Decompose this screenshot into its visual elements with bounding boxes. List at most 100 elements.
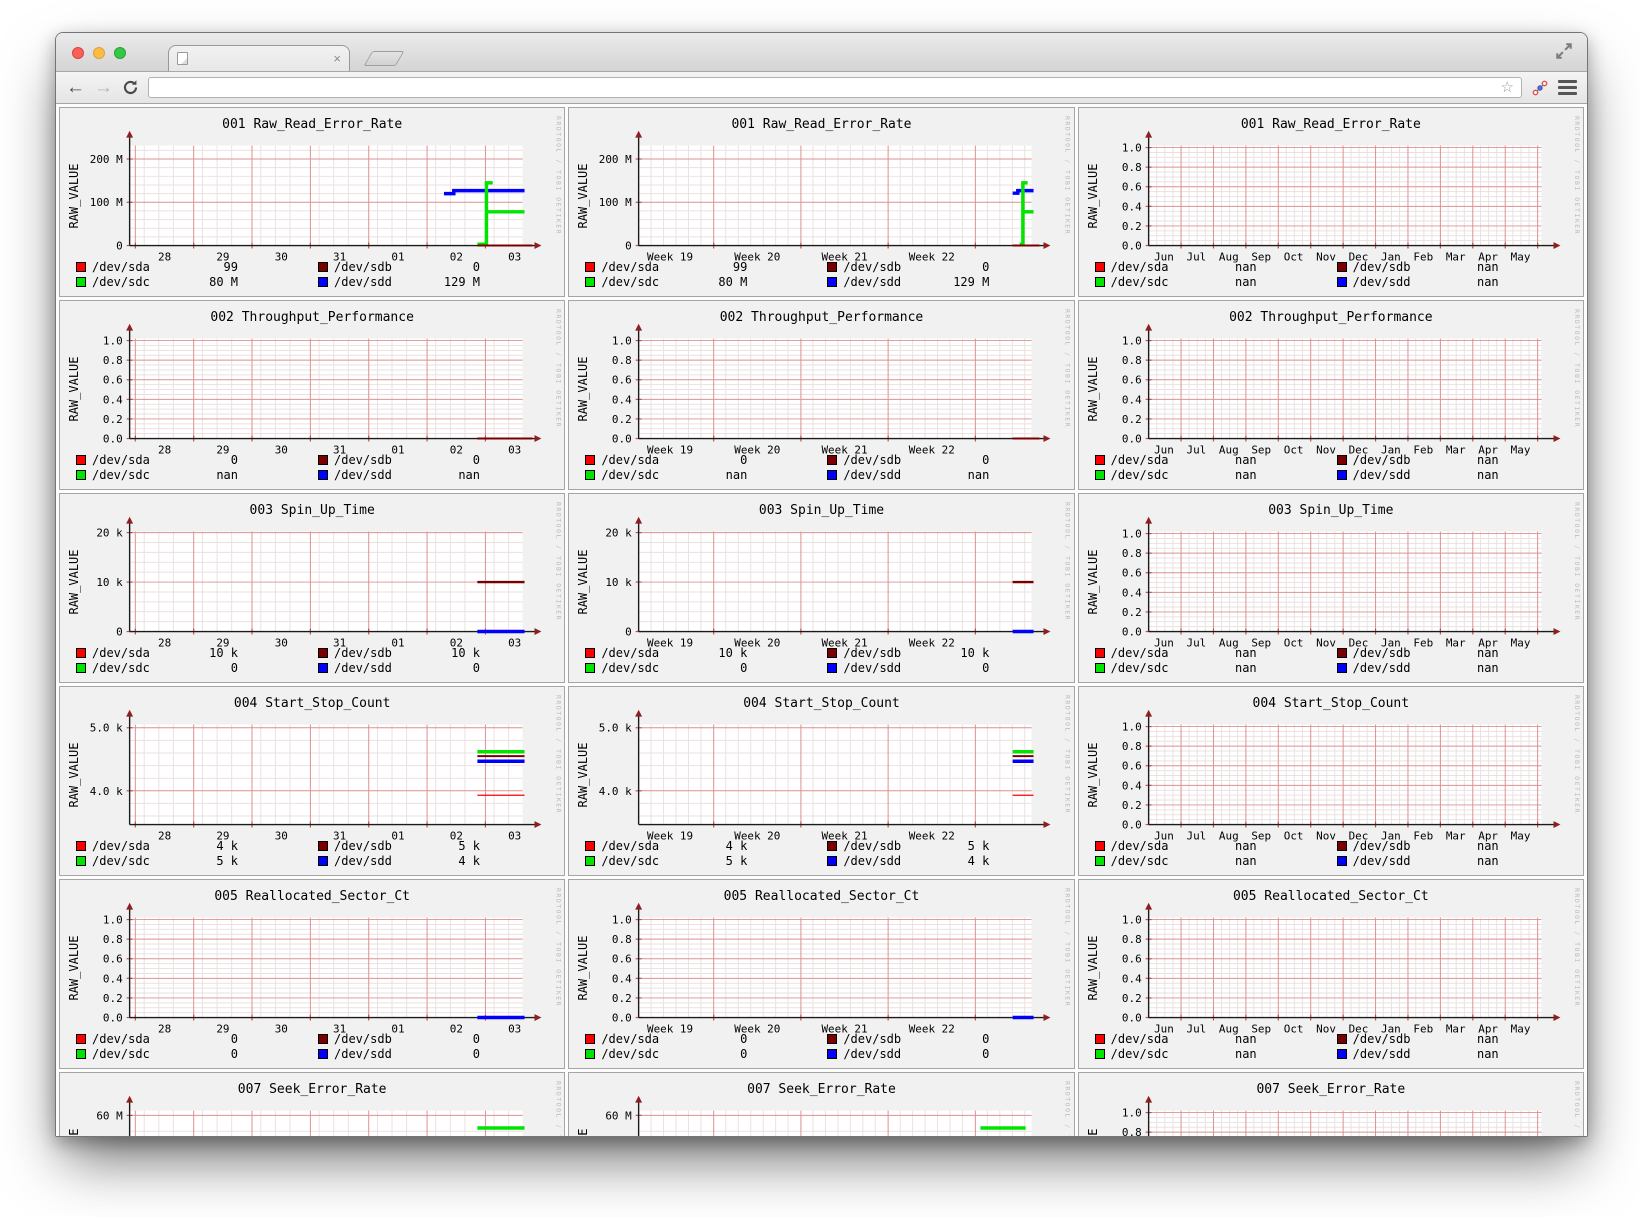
legend-device-value: 0 (230, 660, 238, 675)
svg-text:1.0: 1.0 (612, 335, 632, 348)
svg-text:0.8: 0.8 (1122, 547, 1142, 560)
bookmark-star-icon[interactable]: ☆ (1501, 80, 1514, 95)
svg-text:0.4: 0.4 (612, 972, 632, 985)
graph-panel: 001 Raw_Read_Error_Rate RRDTOOL / TOBI OE… (59, 107, 566, 297)
legend-device-name: /dev/sdd (843, 1046, 902, 1061)
svg-text:0: 0 (625, 626, 632, 639)
legend-swatch-sdb (1336, 840, 1347, 851)
legend-swatch-sdd (827, 1048, 838, 1059)
graph-legend: /dev/sda nan/dev/sdb nan/dev/sdc nan/dev/sd… (1079, 259, 1583, 289)
legend-entry: /dev/sdd nan (1336, 854, 1579, 868)
legend-entry: /dev/sdd nan (827, 468, 1069, 482)
tab-close-icon[interactable]: × (333, 52, 341, 65)
address-bar[interactable]: ☆ (148, 77, 1522, 98)
legend-swatch-sda (76, 1033, 86, 1044)
new-tab-button[interactable] (363, 51, 405, 66)
legend-entry: /dev/sda nan (1094, 1032, 1337, 1046)
legend-swatch-sdd (318, 855, 328, 866)
svg-text:0.0: 0.0 (1122, 1012, 1142, 1025)
legend-device-value: nan (1234, 853, 1257, 868)
legend-device-name: /dev/sdb (843, 259, 902, 274)
fullscreen-icon[interactable] (1555, 42, 1573, 60)
legend-device-value: 0 (472, 1031, 480, 1046)
legend-device-name: /dev/sdd (334, 853, 392, 868)
legend-swatch-sda (76, 647, 86, 658)
legend-swatch-sdb (1336, 454, 1347, 465)
legend-swatch-sdc (1094, 276, 1105, 287)
legend-device-value: nan (1234, 259, 1257, 274)
graph-legend: /dev/sda 0/dev/sdb 0/dev/sdc nan/dev/sdd nan (60, 452, 564, 482)
legend-device-value: nan (1476, 1046, 1499, 1061)
reload-button[interactable] (122, 79, 139, 96)
legend-device-name: /dev/sdb (843, 1031, 902, 1046)
graph-panel: 001 Raw_Read_Error_Rate RRDTOOL / TOBI OE… (568, 107, 1075, 297)
legend-device-value: 0 (740, 452, 748, 467)
title-bar[interactable]: × (56, 33, 1587, 72)
legend-swatch-sdd (318, 662, 328, 673)
legend-entry: /dev/sdc 80 M (76, 275, 318, 289)
close-window-button[interactable] (72, 47, 84, 59)
forward-button[interactable]: → (94, 78, 113, 97)
legend-device-value: 5 k (458, 838, 480, 853)
legend-device-value: 129 M (953, 274, 990, 289)
zoom-window-button[interactable] (114, 47, 126, 59)
svg-text:0.2: 0.2 (103, 413, 123, 426)
legend-device-name: /dev/sda (1110, 259, 1169, 274)
legend-entry: /dev/sdd 0 (318, 661, 560, 675)
graph-panel: 003 Spin_Up_Time RRDTOOL / TOBI OETIKER RA… (568, 493, 1075, 683)
graph-panel: 003 Spin_Up_Time RRDTOOL / TOBI OETIKER RA… (1077, 493, 1584, 683)
url-input[interactable] (156, 80, 1501, 95)
legend-swatch-sdb (827, 647, 838, 658)
legend-device-value: nan (725, 467, 748, 482)
svg-text:4.0 k: 4.0 k (90, 785, 123, 798)
legend-swatch-sdc (585, 662, 596, 673)
back-button[interactable]: ← (66, 78, 85, 97)
legend-swatch-sda (585, 647, 596, 658)
svg-text:0.6: 0.6 (1122, 953, 1142, 966)
legend-device-name: /dev/sda (1110, 452, 1169, 467)
browser-tab[interactable]: × (168, 45, 350, 71)
legend-device-name: /dev/sdb (334, 645, 392, 660)
legend-device-value: 0 (230, 1031, 238, 1046)
legend-device-name: /dev/sdb (843, 645, 902, 660)
legend-device-name: /dev/sdb (843, 838, 902, 853)
legend-entry: /dev/sdb nan (1336, 839, 1579, 853)
legend-entry: /dev/sdd nan (1336, 1046, 1579, 1061)
svg-text:0: 0 (116, 626, 123, 639)
svg-text:0.4: 0.4 (103, 972, 123, 985)
minimize-window-button[interactable] (93, 47, 105, 59)
svg-text:0.0: 0.0 (103, 1012, 123, 1025)
svg-text:1.0: 1.0 (1122, 528, 1142, 541)
legend-entry: /dev/sda 0 (585, 453, 827, 467)
legend-device-value: 99 (732, 259, 748, 274)
legend-device-name: /dev/sda (601, 452, 660, 467)
legend-swatch-sdc (76, 469, 86, 480)
legend-device-value: nan (1234, 645, 1257, 660)
legend-device-value: 0 (982, 1031, 990, 1046)
legend-entry: /dev/sdb 0 (827, 260, 1069, 274)
legend-device-name: /dev/sda (601, 838, 660, 853)
legend-swatch-sda (1094, 647, 1105, 658)
legend-swatch-sdb (318, 647, 328, 658)
svg-text:0.6: 0.6 (1122, 374, 1142, 387)
graph-legend: /dev/sda 0/dev/sdb 0/dev/sdc 0/dev/sdd 0 (569, 1031, 1073, 1061)
svg-text:0.0: 0.0 (1122, 433, 1142, 446)
svg-text:0.8: 0.8 (612, 354, 632, 367)
legend-entry: /dev/sda 0 (76, 1032, 318, 1046)
menu-icon[interactable] (1558, 80, 1577, 95)
legend-entry: /dev/sdc nan (1094, 661, 1337, 675)
legend-entry: /dev/sdc nan (1094, 275, 1337, 289)
svg-text:0.2: 0.2 (1122, 220, 1142, 233)
extension-graph-icon (1532, 80, 1548, 95)
graph-legend: /dev/sda nan/dev/sdb nan/dev/sdc nan/dev/sd… (1079, 1031, 1583, 1061)
graph-legend: /dev/sda nan/dev/sdb nan/dev/sdc nan/dev/sd… (1079, 452, 1583, 482)
legend-device-value: 0 (982, 660, 990, 675)
legend-swatch-sdc (76, 662, 86, 673)
svg-text:0.0: 0.0 (1122, 240, 1142, 253)
reload-icon (123, 80, 138, 94)
legend-device-value: nan (1234, 467, 1257, 482)
legend-device-value: 0 (982, 1046, 990, 1061)
legend-device-name: /dev/sdc (92, 1046, 150, 1061)
extension-button[interactable] (1531, 79, 1549, 97)
legend-device-name: /dev/sda (92, 452, 150, 467)
